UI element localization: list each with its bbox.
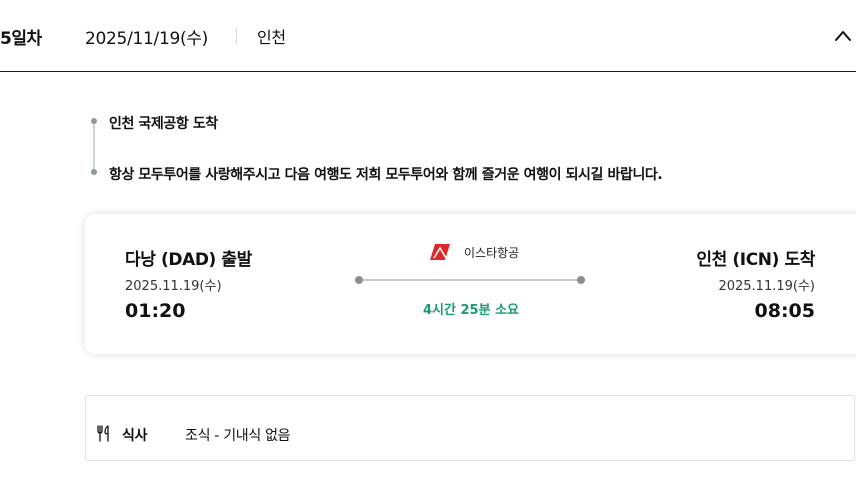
route-dot xyxy=(577,276,585,284)
day-date: 2025/11/19(수) xyxy=(85,29,208,49)
departure-time: 01:20 xyxy=(125,300,186,322)
utensils-icon xyxy=(97,425,109,442)
departure-date: 2025.11.19(수) xyxy=(125,279,222,294)
day-header[interactable]: 5일차 2025/11/19(수) 인천 xyxy=(0,0,856,72)
arrival-date: 2025.11.19(수) xyxy=(718,279,815,294)
route-dot xyxy=(355,276,363,284)
meal-value: 조식 - 기내식 없음 xyxy=(185,428,291,444)
arrival-title: 인천 (ICN) 도착 xyxy=(696,250,815,270)
divider xyxy=(236,28,237,44)
airline-name: 이스타항공 xyxy=(464,246,520,260)
flight-duration: 4시간 25분 소요 xyxy=(423,303,519,318)
chevron-up-icon[interactable] xyxy=(833,27,853,45)
timeline-dot xyxy=(91,118,97,124)
day-city: 인천 xyxy=(257,28,286,47)
day-label: 5일차 xyxy=(0,29,42,49)
meal-label: 식사 xyxy=(122,428,148,444)
route-line xyxy=(359,279,581,281)
departure-title: 다낭 (DAD) 출발 xyxy=(125,250,252,270)
airline-logo xyxy=(430,244,450,260)
flight-card: 다낭 (DAD) 출발 2025.11.19(수) 01:20 이스타항공 4시… xyxy=(85,214,856,354)
timeline-item-arrival: 인천 국제공항 도착 xyxy=(109,116,218,132)
timeline-dot xyxy=(91,169,97,175)
meal-info: 식사 조식 - 기내식 없음 xyxy=(85,395,855,461)
timeline-item-message: 항상 모두투어를 사랑해주시고 다음 여행도 저희 모두투어와 함께 즐거운 여… xyxy=(109,167,663,183)
timeline-line xyxy=(93,122,95,171)
arrival-time: 08:05 xyxy=(754,300,815,322)
